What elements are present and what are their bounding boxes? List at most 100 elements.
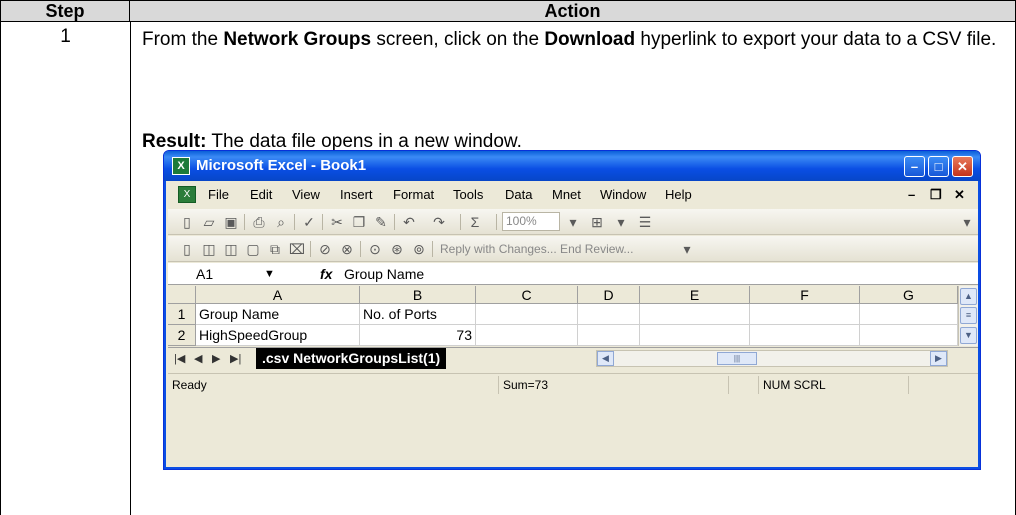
first-sheet-icon[interactable]: |◀ bbox=[174, 348, 185, 370]
cell-a1[interactable]: Group Name bbox=[196, 304, 360, 325]
cell[interactable] bbox=[860, 325, 958, 346]
vertical-scrollbar[interactable]: ▲ ≡ ▼ bbox=[958, 286, 978, 346]
menu-file[interactable]: File bbox=[208, 183, 229, 207]
zoom-select[interactable]: 100% bbox=[502, 212, 560, 231]
menu-insert[interactable]: Insert bbox=[340, 183, 373, 207]
function-icon[interactable]: fx bbox=[320, 263, 332, 285]
maximize-button[interactable]: □ bbox=[928, 156, 949, 177]
copy-icon[interactable]: ❐ bbox=[350, 213, 368, 231]
review-icon[interactable]: ⧉ bbox=[266, 240, 284, 258]
resize-grip-icon[interactable] bbox=[908, 376, 978, 394]
doc-restore-icon[interactable]: ❐ bbox=[930, 183, 942, 207]
spelling-icon[interactable]: ✓ bbox=[300, 213, 318, 231]
menu-tools[interactable]: Tools bbox=[453, 183, 483, 207]
redo-icon[interactable]: ↷ bbox=[430, 213, 448, 231]
column-header[interactable]: D bbox=[578, 286, 640, 304]
review-icon[interactable]: ⊛ bbox=[388, 240, 406, 258]
menu-data[interactable]: Data bbox=[505, 183, 532, 207]
review-icon[interactable]: ⊗ bbox=[338, 240, 356, 258]
column-header[interactable]: A bbox=[196, 286, 360, 304]
row-header[interactable]: 1 bbox=[168, 304, 196, 325]
numbering-icon[interactable]: ☰ bbox=[636, 213, 654, 231]
toolbar-options-icon[interactable]: ▾ bbox=[564, 213, 582, 231]
scroll-down-icon[interactable]: ▼ bbox=[960, 327, 977, 344]
review-icon[interactable]: ⊘ bbox=[316, 240, 334, 258]
cell-a2[interactable]: HighSpeedGroup bbox=[196, 325, 360, 346]
toolbar-separator bbox=[360, 241, 361, 257]
cut-icon[interactable]: ✂ bbox=[328, 213, 346, 231]
format-painter-icon[interactable]: ✎ bbox=[372, 213, 390, 231]
cell[interactable] bbox=[640, 325, 750, 346]
cell[interactable] bbox=[640, 304, 750, 325]
scroll-left-icon[interactable]: ◀ bbox=[597, 351, 614, 366]
worksheet-grid: A B C D E F G 1 Group Name No. of Ports … bbox=[168, 286, 958, 346]
scroll-thumb[interactable]: ≡ bbox=[960, 307, 977, 324]
cell[interactable] bbox=[476, 325, 578, 346]
open-icon[interactable]: ▱ bbox=[200, 213, 218, 231]
action-text-part: From the bbox=[142, 29, 224, 50]
new-icon[interactable]: ▯ bbox=[178, 213, 196, 231]
select-all-corner[interactable] bbox=[168, 286, 196, 304]
autosum-icon[interactable]: Σ bbox=[466, 213, 484, 231]
workbook-icon[interactable]: X bbox=[178, 186, 196, 203]
menu-help[interactable]: Help bbox=[665, 183, 692, 207]
formula-value[interactable]: Group Name bbox=[344, 263, 424, 285]
action-instruction: From the Network Groups screen, click on… bbox=[142, 25, 1002, 55]
close-button[interactable]: ✕ bbox=[952, 156, 973, 177]
cell[interactable] bbox=[476, 304, 578, 325]
review-icon[interactable]: ⊚ bbox=[410, 240, 428, 258]
menu-view[interactable]: View bbox=[292, 183, 320, 207]
doc-minimize-icon[interactable]: – bbox=[908, 183, 915, 207]
name-box[interactable]: A1 bbox=[168, 263, 278, 285]
minimize-button[interactable]: – bbox=[904, 156, 925, 177]
menu-format[interactable]: Format bbox=[393, 183, 434, 207]
column-header[interactable]: C bbox=[476, 286, 578, 304]
review-icon[interactable]: ▢ bbox=[244, 240, 262, 258]
print-icon[interactable]: ⎙ bbox=[250, 213, 268, 231]
last-sheet-icon[interactable]: ▶| bbox=[230, 348, 241, 370]
column-divider bbox=[130, 21, 131, 515]
column-header[interactable]: B bbox=[360, 286, 476, 304]
column-header[interactable]: E bbox=[640, 286, 750, 304]
save-icon[interactable]: ▣ bbox=[222, 213, 240, 231]
toolbar-options-icon[interactable]: ▾ bbox=[958, 213, 976, 231]
horizontal-scrollbar[interactable]: ◀ ||| ▶ bbox=[596, 350, 948, 367]
excel-window: X Microsoft Excel - Book1 – □ ✕ X File E… bbox=[163, 150, 981, 470]
cell-b2[interactable]: 73 bbox=[360, 325, 476, 346]
menu-bar: X File Edit View Insert Format Tools Dat… bbox=[168, 183, 978, 207]
cell[interactable] bbox=[750, 325, 860, 346]
review-icon[interactable]: ◫ bbox=[200, 240, 218, 258]
menu-edit[interactable]: Edit bbox=[250, 183, 272, 207]
cell[interactable] bbox=[578, 304, 640, 325]
prev-sheet-icon[interactable]: ◀ bbox=[194, 348, 202, 370]
sheet-tab[interactable]: .csv NetworkGroupsList(1) bbox=[256, 348, 447, 369]
review-icon[interactable]: ⌧ bbox=[288, 240, 306, 258]
review-icon[interactable]: ⊙ bbox=[366, 240, 384, 258]
toolbar-options-icon[interactable]: ▾ bbox=[678, 240, 696, 258]
undo-icon[interactable]: ↶ bbox=[400, 213, 418, 231]
toolbar-separator bbox=[496, 214, 497, 230]
window-title: Microsoft Excel - Book1 bbox=[196, 157, 367, 174]
review-icon[interactable]: ▯ bbox=[178, 240, 196, 258]
print-preview-icon[interactable]: ⌕ bbox=[272, 213, 290, 231]
column-header[interactable]: F bbox=[750, 286, 860, 304]
review-icon[interactable]: ◫ bbox=[222, 240, 240, 258]
reply-with-changes[interactable]: Reply with Changes... End Review... bbox=[440, 236, 633, 262]
row-header[interactable]: 2 bbox=[168, 325, 196, 346]
cell[interactable] bbox=[860, 304, 958, 325]
borders-icon[interactable]: ⊞ bbox=[588, 213, 606, 231]
menu-mnet[interactable]: Mnet bbox=[552, 183, 581, 207]
menu-window[interactable]: Window bbox=[600, 183, 646, 207]
next-sheet-icon[interactable]: ▶ bbox=[212, 348, 220, 370]
scroll-up-icon[interactable]: ▲ bbox=[960, 288, 977, 305]
doc-close-icon[interactable]: ✕ bbox=[954, 183, 965, 207]
toolbar-options-icon[interactable]: ▾ bbox=[612, 213, 630, 231]
scroll-right-icon[interactable]: ▶ bbox=[930, 351, 947, 366]
cell-b1[interactable]: No. of Ports bbox=[360, 304, 476, 325]
column-header[interactable]: G bbox=[860, 286, 958, 304]
chevron-down-icon[interactable]: ▼ bbox=[264, 263, 275, 285]
cell[interactable] bbox=[578, 325, 640, 346]
scroll-thumb[interactable]: ||| bbox=[717, 352, 757, 365]
cell[interactable] bbox=[750, 304, 860, 325]
excel-title-bar[interactable]: X Microsoft Excel - Book1 – □ ✕ bbox=[164, 151, 980, 181]
